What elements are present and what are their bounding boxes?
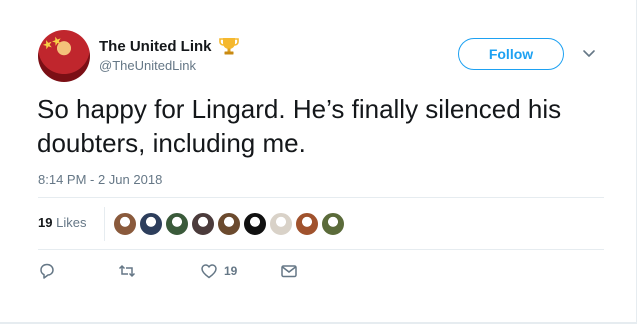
- trophy-icon: [218, 38, 239, 55]
- likes-count[interactable]: 19 Likes: [38, 215, 86, 230]
- liker-avatar-6[interactable]: [243, 212, 267, 236]
- tweet-text: So happy for Lingard. He’s finally silen…: [37, 94, 562, 158]
- liker-avatar-1[interactable]: [113, 212, 137, 236]
- retweet-button[interactable]: [118, 262, 136, 280]
- display-name[interactable]: The United Link: [99, 38, 212, 55]
- follow-button[interactable]: Follow: [458, 38, 564, 70]
- handle[interactable]: @TheUnitedLink: [99, 58, 196, 73]
- reply-icon: [40, 263, 54, 279]
- direct-message-button[interactable]: [280, 262, 298, 280]
- reply-button[interactable]: [38, 262, 56, 280]
- divider: [38, 249, 604, 250]
- divider: [38, 197, 604, 198]
- liker-avatar-9[interactable]: [321, 212, 345, 236]
- like-button[interactable]: 19: [200, 262, 237, 280]
- avatar-art: ★★: [40, 33, 64, 53]
- liker-avatar-4[interactable]: [191, 212, 215, 236]
- heart-icon: [201, 264, 217, 279]
- stats-separator: [104, 207, 105, 241]
- retweet-icon: [118, 264, 136, 278]
- likes-number: 19: [38, 215, 53, 230]
- liker-avatar-2[interactable]: [139, 212, 163, 236]
- envelope-icon: [281, 265, 297, 278]
- liker-avatar-5[interactable]: [217, 212, 241, 236]
- liker-avatar-7[interactable]: [269, 212, 293, 236]
- liker-avatar-8[interactable]: [295, 212, 319, 236]
- author-name-row: The United Link: [99, 36, 240, 56]
- timestamp[interactable]: 8:14 PM - 2 Jun 2018: [38, 172, 162, 187]
- tweet-card: ★★ The United Link @TheUnitedLink Follow…: [0, 0, 637, 324]
- likes-label: Likes: [56, 215, 87, 230]
- avatar[interactable]: ★★: [38, 30, 90, 82]
- chevron-down-icon[interactable]: [582, 46, 596, 60]
- like-count: 19: [224, 264, 238, 278]
- liker-avatar-3[interactable]: [165, 212, 189, 236]
